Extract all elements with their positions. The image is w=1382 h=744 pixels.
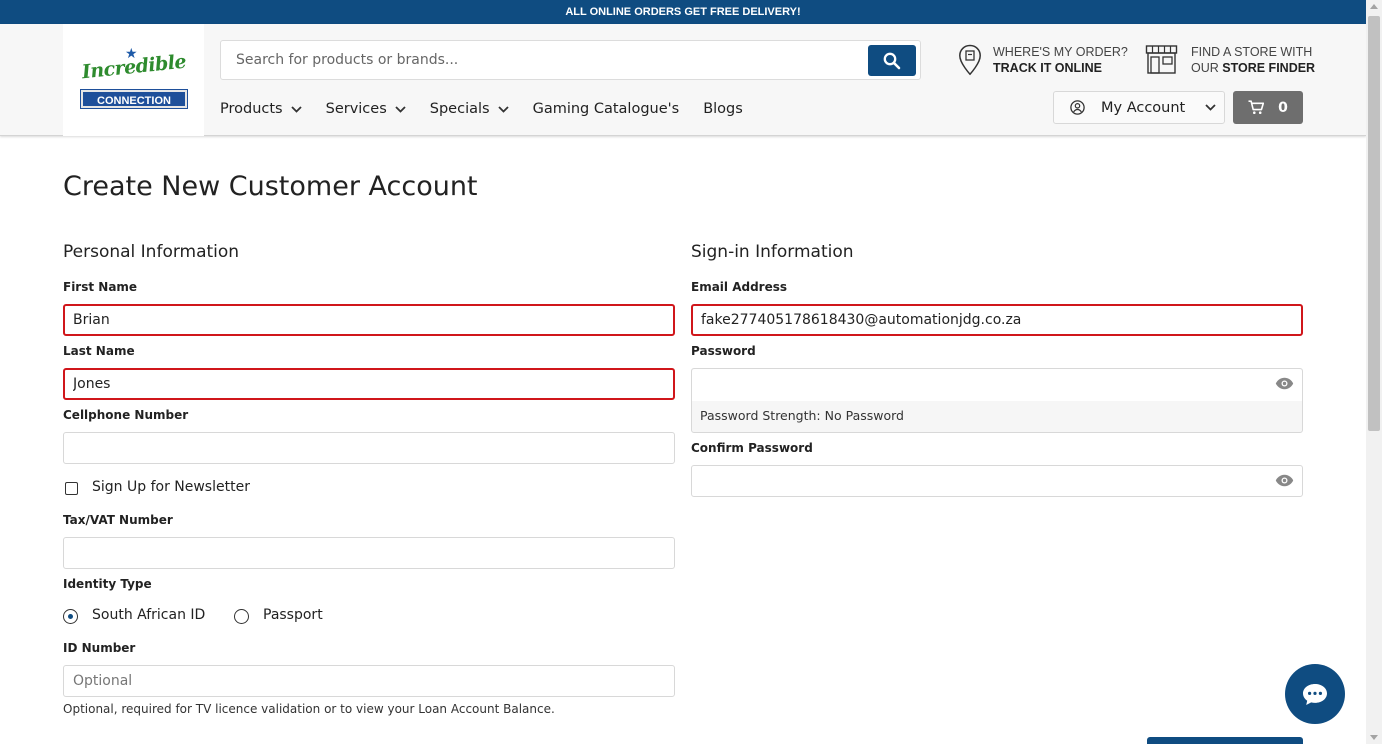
- store-line1: FIND A STORE WITH: [1191, 45, 1313, 59]
- chevron-down-icon: [395, 105, 406, 113]
- cart-button[interactable]: 0: [1233, 91, 1303, 124]
- cellphone-label: Cellphone Number: [63, 408, 189, 422]
- tax-vat-field[interactable]: [63, 537, 675, 569]
- nav-label: Specials: [429, 101, 490, 117]
- newsletter-label[interactable]: Sign Up for Newsletter: [92, 479, 250, 495]
- search-bar: [220, 40, 921, 80]
- first-name-label: First Name: [63, 280, 138, 294]
- south-african-id-label[interactable]: South African ID: [92, 607, 205, 623]
- confirm-password-label: Confirm Password: [691, 441, 813, 455]
- id-number-label: ID Number: [63, 641, 136, 655]
- my-account-label: My Account: [1101, 99, 1186, 116]
- search-button[interactable]: [868, 45, 916, 76]
- search-input[interactable]: [221, 41, 861, 79]
- signin-info-heading: Sign-in Information: [691, 242, 854, 262]
- promo-banner: ALL ONLINE ORDERS GET FREE DELIVERY!: [0, 0, 1366, 24]
- store-line2-bold: STORE FINDER: [1222, 61, 1316, 75]
- user-circle-icon: [1070, 100, 1085, 115]
- chevron-down-icon: [290, 105, 302, 113]
- track-line1: WHERE'S MY ORDER?: [993, 45, 1128, 59]
- logo-container[interactable]: ★ Incredible CONNECTION: [63, 24, 204, 136]
- scroll-up-arrow-icon[interactable]: [1370, 4, 1378, 9]
- scroll-thumb[interactable]: [1368, 16, 1380, 431]
- first-name-field[interactable]: [63, 304, 675, 336]
- scroll-down-arrow-icon[interactable]: [1370, 735, 1378, 740]
- track-line2: TRACK IT ONLINE: [993, 61, 1103, 75]
- nav-label: Services: [325, 101, 387, 117]
- confirm-password-field[interactable]: [691, 465, 1303, 497]
- nav-item-specials[interactable]: Specials: [430, 99, 509, 119]
- page-scrollbar[interactable]: [1366, 0, 1382, 744]
- search-icon: [883, 52, 901, 69]
- store-line2-prefix: OUR: [1191, 61, 1223, 75]
- id-number-field[interactable]: [63, 665, 675, 697]
- chevron-down-icon: [497, 105, 509, 113]
- password-field[interactable]: [692, 369, 1302, 401]
- tax-vat-label: Tax/VAT Number: [63, 513, 173, 527]
- last-name-field[interactable]: [63, 368, 675, 400]
- newsletter-checkbox[interactable]: [65, 482, 78, 495]
- passport-label[interactable]: Passport: [263, 607, 323, 623]
- incredible-connection-logo[interactable]: ★ Incredible CONNECTION: [80, 46, 188, 110]
- email-field[interactable]: [691, 304, 1303, 336]
- store-icon: [1145, 45, 1178, 74]
- page-title: Create New Customer Account: [63, 171, 478, 202]
- nav-item-products[interactable]: Products: [220, 99, 302, 119]
- chat-button[interactable]: [1285, 664, 1345, 724]
- logo-word: Incredible: [80, 50, 188, 84]
- create-account-button[interactable]: [1147, 737, 1303, 744]
- location-pin-icon: [959, 44, 981, 76]
- show-confirm-password-eye-icon[interactable]: [1275, 474, 1294, 487]
- nav-item-gaming-catalogues[interactable]: Gaming Catalogue's: [533, 99, 680, 119]
- password-group: Password Strength: No Password: [691, 368, 1303, 433]
- my-account-button[interactable]: My Account: [1053, 91, 1225, 124]
- personal-info-heading: Personal Information: [63, 242, 240, 262]
- chat-bubble-icon: [1303, 683, 1327, 705]
- logo-banner: CONNECTION: [80, 89, 188, 109]
- identity-type-label: Identity Type: [63, 577, 152, 591]
- nav-item-services[interactable]: Services: [326, 99, 406, 119]
- nav-label: Gaming Catalogue's: [532, 101, 680, 117]
- cellphone-field[interactable]: [63, 432, 675, 464]
- radio-passport[interactable]: [234, 609, 249, 624]
- nav-label: Products: [220, 101, 283, 117]
- radio-south-african-id[interactable]: [63, 609, 78, 624]
- cart-count: 0: [1278, 99, 1288, 116]
- main-nav: Products Services Specials Gaming Catalo…: [220, 99, 767, 119]
- id-number-hint: Optional, required for TV licence valida…: [63, 702, 555, 716]
- email-label: Email Address: [691, 280, 788, 294]
- nav-label: Blogs: [703, 101, 743, 117]
- password-strength-meter: Password Strength: No Password: [700, 408, 904, 423]
- show-password-eye-icon[interactable]: [1275, 377, 1294, 390]
- nav-item-blogs[interactable]: Blogs: [703, 99, 743, 119]
- chevron-down-icon: [1205, 104, 1216, 111]
- password-label: Password: [691, 344, 756, 358]
- site-header: ★ Incredible CONNECTION WHERE'S MY ORDER…: [0, 24, 1366, 136]
- last-name-label: Last Name: [63, 344, 135, 358]
- shopping-cart-icon: [1248, 100, 1265, 114]
